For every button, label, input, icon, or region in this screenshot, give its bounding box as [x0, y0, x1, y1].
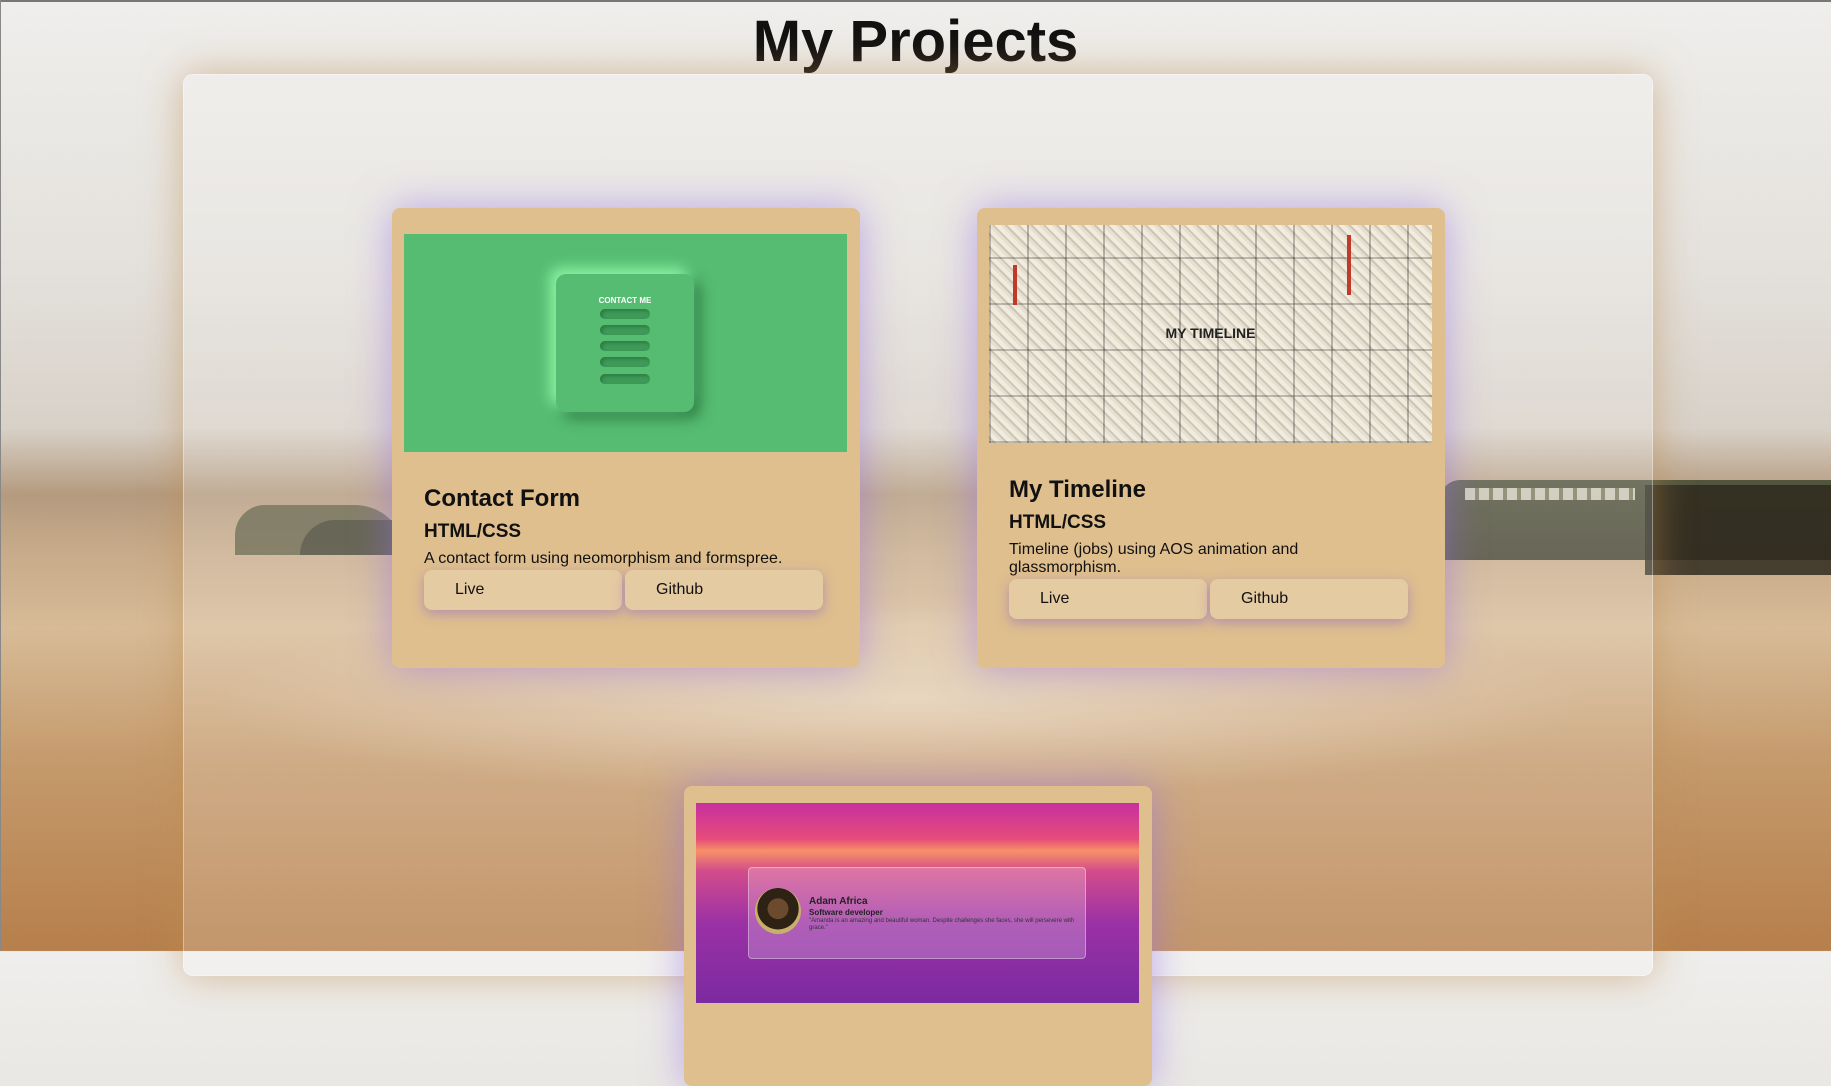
- project-card-profile: Adam Africa Software developer "Amanda i…: [684, 786, 1152, 1086]
- project-description: A contact form using neomorphism and for…: [424, 550, 783, 567]
- contact-form-preview: CONTACT ME: [556, 274, 694, 412]
- projects-container: CONTACT ME Contact Form HTML/CSS A conta…: [183, 74, 1653, 1086]
- background-cliff: [1645, 485, 1831, 575]
- project-thumbnail[interactable]: Adam Africa Software developer "Amanda i…: [696, 803, 1139, 1003]
- project-tech: HTML/CSS: [1009, 512, 1107, 533]
- top-border: [0, 0, 1831, 2]
- book-spine-decoration: [1347, 235, 1351, 295]
- contact-form-preview-heading: CONTACT ME: [598, 296, 652, 305]
- project-card-my-timeline: MY TIMELINE My Timeline HTML/CSS Timelin…: [977, 208, 1445, 668]
- preview-field: [600, 357, 650, 367]
- avatar: [755, 888, 801, 934]
- live-button[interactable]: Live: [424, 570, 622, 610]
- github-button[interactable]: Github: [1210, 579, 1408, 619]
- profile-quote: "Amanda is an amazing and beautiful woma…: [809, 918, 1075, 931]
- project-thumbnail[interactable]: MY TIMELINE: [989, 225, 1432, 443]
- timeline-preview-heading: MY TIMELINE: [1165, 325, 1256, 341]
- project-description: Timeline (jobs) using AOS animation and …: [1009, 541, 1299, 576]
- profile-card-preview: Adam Africa Software developer "Amanda i…: [748, 867, 1086, 959]
- preview-field: [600, 325, 650, 335]
- preview-field: [600, 341, 650, 351]
- profile-name: Adam Africa: [809, 896, 868, 907]
- book-spine-decoration: [1013, 265, 1017, 305]
- preview-field: [600, 309, 650, 319]
- preview-submit: [600, 374, 650, 384]
- project-title: Contact Form: [424, 485, 580, 512]
- page-title: My Projects: [752, 9, 1079, 74]
- project-tech: HTML/CSS: [424, 521, 522, 542]
- left-border: [0, 0, 1, 951]
- project-card-contact-form: CONTACT ME Contact Form HTML/CSS A conta…: [392, 208, 860, 668]
- github-button[interactable]: Github: [625, 570, 823, 610]
- project-thumbnail[interactable]: CONTACT ME: [404, 234, 847, 452]
- live-button[interactable]: Live: [1009, 579, 1207, 619]
- project-title: My Timeline: [1009, 476, 1146, 503]
- profile-role: Software developer: [809, 908, 883, 917]
